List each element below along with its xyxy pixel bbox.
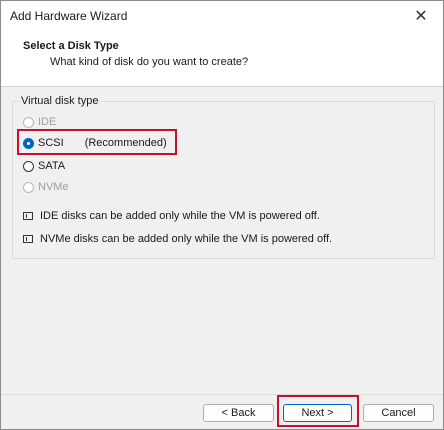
- page-title: Select a Disk Type: [23, 40, 119, 52]
- radio-nvme-button: [23, 181, 34, 193]
- nvme-note-text: NVMe disks can be added only while the V…: [40, 233, 333, 245]
- radio-nvme-label: NVMe: [38, 181, 69, 193]
- radio-ide-button: [23, 116, 34, 128]
- ide-note-text: IDE disks can be added only while the VM…: [40, 210, 320, 222]
- info-icon: [23, 212, 33, 220]
- radio-sata-label[interactable]: SATA: [38, 160, 65, 172]
- window-title: Add Hardware Wizard: [10, 9, 128, 23]
- radio-nvme: NVMe: [23, 179, 69, 195]
- radio-sata-button[interactable]: [23, 160, 34, 172]
- cancel-button[interactable]: Cancel: [363, 404, 434, 422]
- wizard-window: Add Hardware Wizard ✕ Select a Disk Type…: [0, 0, 444, 430]
- radio-ide: IDE: [23, 114, 56, 130]
- nvme-note: NVMe disks can be added only while the V…: [23, 233, 332, 245]
- disk-type-group-label: Virtual disk type: [20, 95, 100, 107]
- footer-divider: [1, 394, 443, 395]
- next-highlight-box: [277, 395, 359, 427]
- radio-ide-label: IDE: [38, 116, 57, 128]
- close-icon[interactable]: ✕: [399, 1, 443, 31]
- title-bar: Add Hardware Wizard ✕: [1, 1, 443, 31]
- info-icon: [23, 235, 33, 243]
- back-button[interactable]: < Back: [203, 404, 274, 422]
- ide-note: IDE disks can be added only while the VM…: [23, 210, 320, 222]
- wizard-header: Select a Disk Type What kind of disk do …: [1, 31, 443, 87]
- scsi-highlight-box: [17, 129, 177, 155]
- radio-sata[interactable]: SATA: [23, 158, 65, 174]
- page-subtitle: What kind of disk do you want to create?: [50, 56, 249, 68]
